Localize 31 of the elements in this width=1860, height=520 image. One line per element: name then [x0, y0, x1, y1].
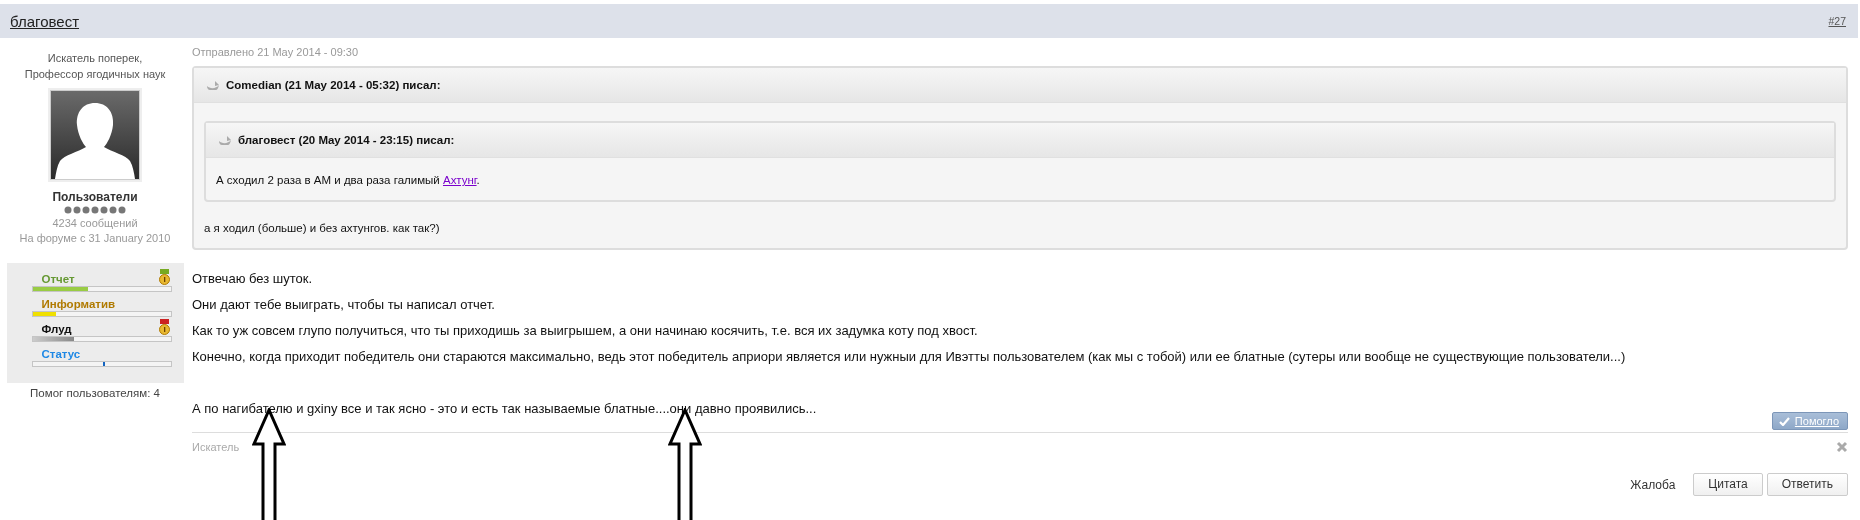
reputation-label: Флуд — [40, 323, 72, 335]
join-date: На форуме с 31 January 2010 — [19, 231, 171, 246]
post-text: Отвечаю без шуток. — [192, 270, 313, 288]
report-link[interactable]: Жалоба — [1630, 477, 1676, 492]
check-icon — [1778, 416, 1790, 426]
post-text: Конечно, когда приходит победитель они стараются максимально, ведь этот победитель априори является или нужныи для Ивэтты пользователем (как мы с тобой) или ее блатные (сутеры или вообще не существующие пользователи...) — [192, 348, 1626, 366]
reputation-label: Отчет — [40, 273, 75, 285]
quote-text: а я ходил (больше) и без ахтунгов. как так?) — [204, 221, 441, 236]
member-group: Пользователи — [52, 190, 138, 204]
helped-count: Помог пользователям: 4 — [30, 387, 160, 399]
signature: Искатель — [192, 441, 240, 453]
post-count: 4234 сообщений — [52, 216, 138, 231]
post-date: Отправлено 21 May 2014 - 09:30 — [192, 46, 360, 58]
quote-header: Comedian (21 May 2014 - 05:32) писал: — [226, 79, 441, 91]
post-text: А по нагибателю и gxiny все и так ясно - это и есть так называемые блатные....они давно проявились... — [192, 400, 817, 418]
reputation-label: Статус — [40, 348, 81, 360]
author-link[interactable]: благовест — [10, 12, 79, 30]
quote-link[interactable]: Ахтунг — [443, 174, 477, 186]
quote-button[interactable]: Цитата — [1693, 473, 1763, 496]
post-number-link[interactable]: #27 — [1828, 15, 1846, 27]
quote-icon — [218, 135, 232, 145]
user-titles: Искатель поперек, Профессор ягодичных наук — [23, 51, 167, 82]
quote-header: благовест (20 May 2014 - 23:15) писал: — [238, 134, 455, 146]
quote-icon — [206, 80, 220, 90]
rank-pips-icon — [64, 206, 126, 214]
post-text: Они дают тебе выиграть, чтобы ты написал отчет. — [192, 296, 495, 314]
reply-button[interactable]: Ответить — [1766, 473, 1848, 496]
reputation-label: Информатив — [40, 298, 116, 310]
close-icon[interactable] — [1836, 441, 1848, 453]
quote-text: А сходил 2 раза в АМ и два раза галимый Ахтунг. — [216, 173, 481, 188]
post-text: Как то уж совсем глупо получиться, что ты приходишь за выигрышем, а они начинаю косячить, т.е. вся их задумка коту под хвост. — [192, 322, 978, 340]
